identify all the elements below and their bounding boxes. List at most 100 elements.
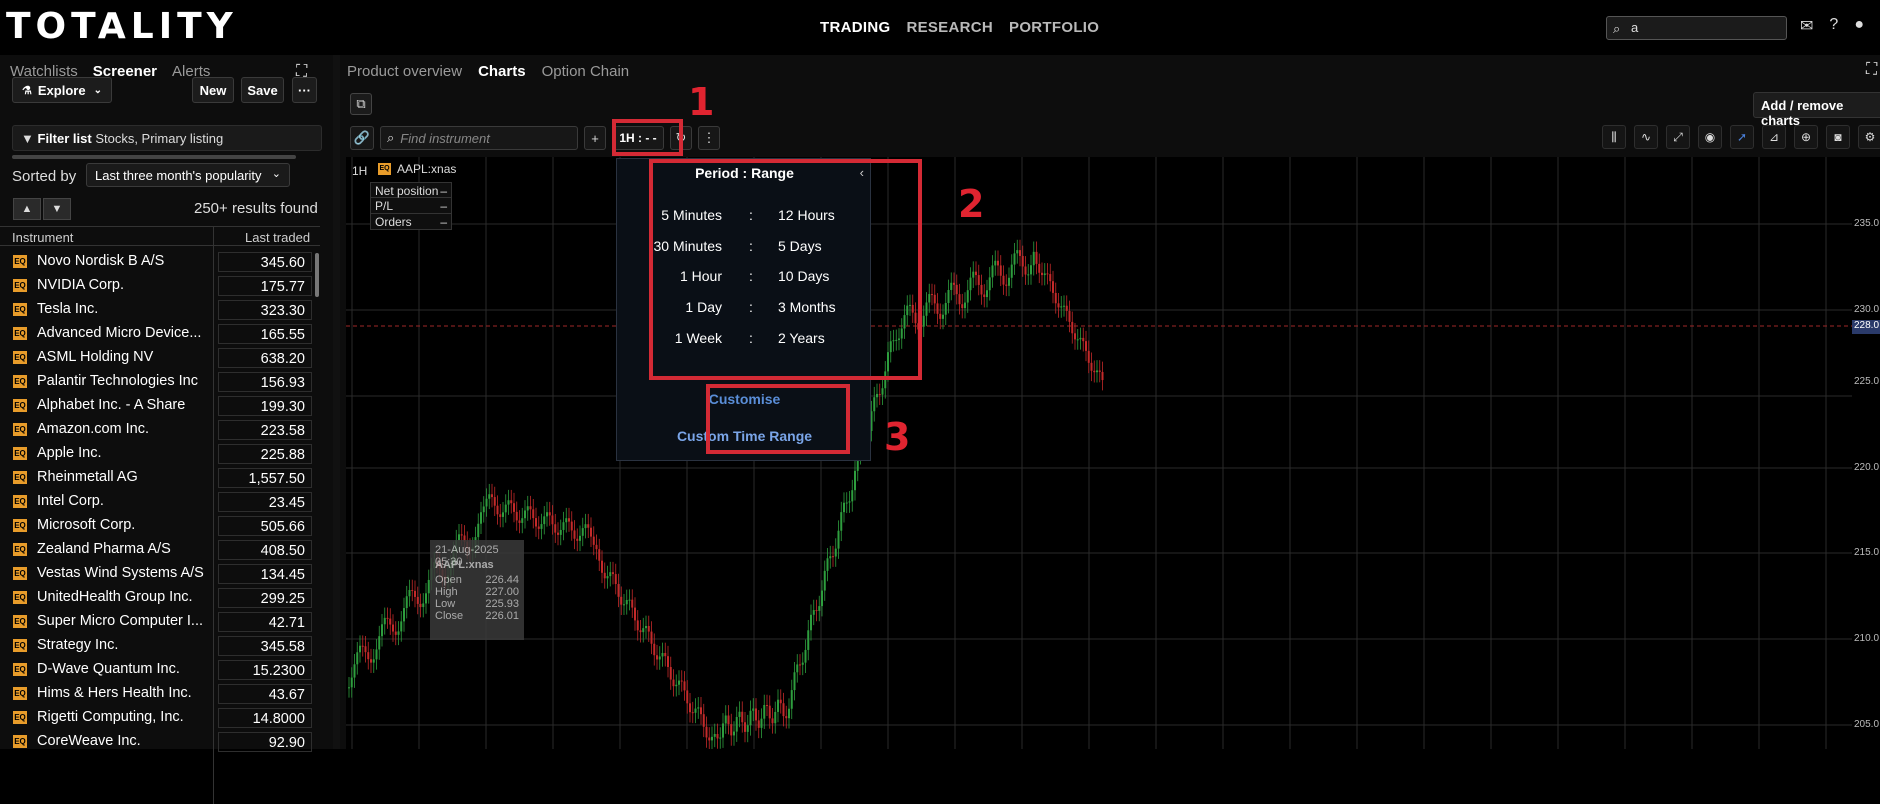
- candle-body: [370, 659, 372, 663]
- table-row[interactable]: EQ UnitedHealth Group Inc. 299.25: [0, 586, 320, 610]
- table-row[interactable]: EQ Alphabet Inc. - A Share 199.30: [0, 394, 320, 418]
- table-row[interactable]: EQ Apple Inc. 225.88: [0, 442, 320, 466]
- app-logo[interactable]: TOTALITY: [6, 6, 238, 47]
- table-row[interactable]: EQ D-Wave Quantum Inc. 15.2300: [0, 658, 320, 682]
- tab-option-chain[interactable]: Option Chain: [542, 63, 630, 80]
- save-button[interactable]: Save: [241, 77, 284, 103]
- table-row[interactable]: EQ Rigetti Computing, Inc. 14.8000: [0, 706, 320, 730]
- link-icon[interactable]: 🔗: [350, 126, 374, 150]
- candle-body: [966, 290, 969, 303]
- table-row[interactable]: EQ Rheinmetall AG 1,557.50: [0, 466, 320, 490]
- tab-product-overview[interactable]: Product overview: [347, 63, 462, 80]
- cursor-icon[interactable]: ➚: [1730, 125, 1754, 149]
- search-input[interactable]: ⌕ a: [1606, 16, 1787, 40]
- tooltip-label: Close: [435, 610, 464, 622]
- candle-body: [950, 282, 953, 290]
- candle-body: [408, 590, 411, 597]
- chart-area[interactable]: [346, 157, 1880, 751]
- candle-body: [843, 502, 845, 513]
- candle-body: [1038, 263, 1041, 273]
- instrument-list: EQ Novo Nordisk B A/S 345.60 EQ NVIDIA Corp.…: [0, 250, 320, 754]
- tooltip-label: High: [435, 586, 458, 598]
- table-row[interactable]: EQ Strategy Inc. 345.58: [0, 634, 320, 658]
- filter-list[interactable]: ▼ Filter list Stocks, Primary listing: [12, 125, 322, 151]
- candle-body: [540, 524, 543, 529]
- table-row[interactable]: EQ NVIDIA Corp. 175.77: [0, 274, 320, 298]
- sort-descending-icon[interactable]: ▼: [43, 198, 71, 220]
- add-remove-charts-button[interactable]: Add / remove charts: [1753, 92, 1880, 128]
- candle-body: [840, 512, 843, 531]
- nav-portfolio[interactable]: PORTFOLIO: [1009, 19, 1099, 36]
- candle-body: [746, 725, 749, 732]
- candle-body: [1035, 251, 1038, 264]
- col-last-traded[interactable]: Last traded: [245, 230, 310, 245]
- mail-icon[interactable]: ✉: [1800, 16, 1813, 36]
- indicators-icon[interactable]: ∿: [1634, 125, 1658, 149]
- annotation-box-1: [612, 119, 683, 156]
- tab-charts[interactable]: Charts: [478, 63, 526, 80]
- last-traded-price: 165.55: [218, 324, 312, 344]
- sort-direction: ▲ ▼: [13, 198, 71, 220]
- more-vertical-icon[interactable]: ⋮: [698, 126, 720, 150]
- explore-icon: ⚗: [22, 84, 32, 97]
- add-instrument-icon[interactable]: +: [584, 126, 606, 150]
- last-traded-price: 505.66: [218, 516, 312, 536]
- sort-select[interactable]: Last three month's popularity ⌄: [86, 163, 290, 187]
- candle-body: [700, 707, 702, 715]
- table-row[interactable]: EQ Hims & Hers Health Inc. 43.67: [0, 682, 320, 706]
- price-chart[interactable]: [346, 157, 1852, 751]
- candle-body: [650, 631, 653, 644]
- table-row[interactable]: EQ Tesla Inc. 323.30: [0, 298, 320, 322]
- camera-icon[interactable]: ◙: [1826, 125, 1850, 149]
- price-axis[interactable]: 235.0 230.0 225.0 220.0 215.0 210.0 205.…: [1852, 157, 1880, 749]
- position-legend: Net position – P/L – Orders –: [370, 182, 452, 230]
- candle-body: [1046, 273, 1049, 275]
- trend-icon[interactable]: ⊿: [1762, 125, 1786, 149]
- table-row[interactable]: EQ Vestas Wind Systems A/S 134.45: [0, 562, 320, 586]
- candle-body: [565, 518, 568, 523]
- expand-icon[interactable]: ⛶: [1866, 61, 1877, 79]
- current-price-tag: 228.0: [1852, 320, 1880, 334]
- horizontal-scrollbar[interactable]: [12, 155, 296, 159]
- zoom-icon[interactable]: ⊕: [1794, 125, 1818, 149]
- instrument-name: Alphabet Inc. - A Share: [37, 397, 186, 413]
- table-row[interactable]: EQ Palantir Technologies Inc 156.93: [0, 370, 320, 394]
- equity-icon: EQ: [13, 615, 27, 628]
- help-icon[interactable]: ?: [1829, 16, 1838, 36]
- new-button[interactable]: New: [192, 77, 234, 103]
- nav-research[interactable]: RESEARCH: [906, 19, 993, 36]
- candle-body: [359, 645, 361, 653]
- chart-symbol[interactable]: EQ AAPL:xnas: [378, 162, 456, 176]
- popout-icon[interactable]: ⧉: [350, 93, 372, 115]
- candle-body: [364, 646, 367, 653]
- sort-ascending-icon[interactable]: ▲: [13, 198, 41, 220]
- candle-body: [392, 624, 394, 632]
- col-instrument[interactable]: Instrument: [12, 230, 73, 245]
- table-row[interactable]: EQ Zealand Pharma A/S 408.50: [0, 538, 320, 562]
- table-row[interactable]: EQ Advanced Micro Device... 165.55: [0, 322, 320, 346]
- more-button[interactable]: ···: [292, 77, 317, 103]
- table-row[interactable]: EQ Super Micro Computer I... 42.71: [0, 610, 320, 634]
- candles-icon[interactable]: ⫼: [1602, 125, 1626, 149]
- panel-splitter[interactable]: [333, 55, 340, 749]
- table-row[interactable]: EQ ASML Holding NV 638.20: [0, 346, 320, 370]
- find-instrument-input[interactable]: ⌕ Find instrument: [380, 126, 578, 150]
- candle-body: [782, 703, 785, 717]
- table-row[interactable]: EQ Intel Corp. 23.45: [0, 490, 320, 514]
- candle-body: [524, 510, 526, 519]
- candle-body: [807, 630, 810, 650]
- table-row[interactable]: EQ Microsoft Corp. 505.66: [0, 514, 320, 538]
- candle-body: [356, 652, 359, 665]
- explore-button[interactable]: ⚗ Explore ⌄: [12, 77, 112, 103]
- nav-trading[interactable]: TRADING: [820, 19, 890, 36]
- last-traded-price: 15.2300: [218, 660, 312, 680]
- vertical-scrollbar[interactable]: [315, 253, 319, 297]
- table-row[interactable]: EQ Amazon.com Inc. 223.58: [0, 418, 320, 442]
- draw-line-icon[interactable]: ⤢: [1666, 125, 1690, 149]
- table-row[interactable]: EQ Novo Nordisk B A/S 345.60: [0, 250, 320, 274]
- settings-icon[interactable]: ⚙: [1858, 125, 1880, 149]
- user-icon[interactable]: ●: [1854, 16, 1864, 36]
- eye-icon[interactable]: ◉: [1698, 125, 1722, 149]
- candle-body: [804, 649, 807, 663]
- table-row[interactable]: EQ CoreWeave Inc. 92.90: [0, 730, 320, 754]
